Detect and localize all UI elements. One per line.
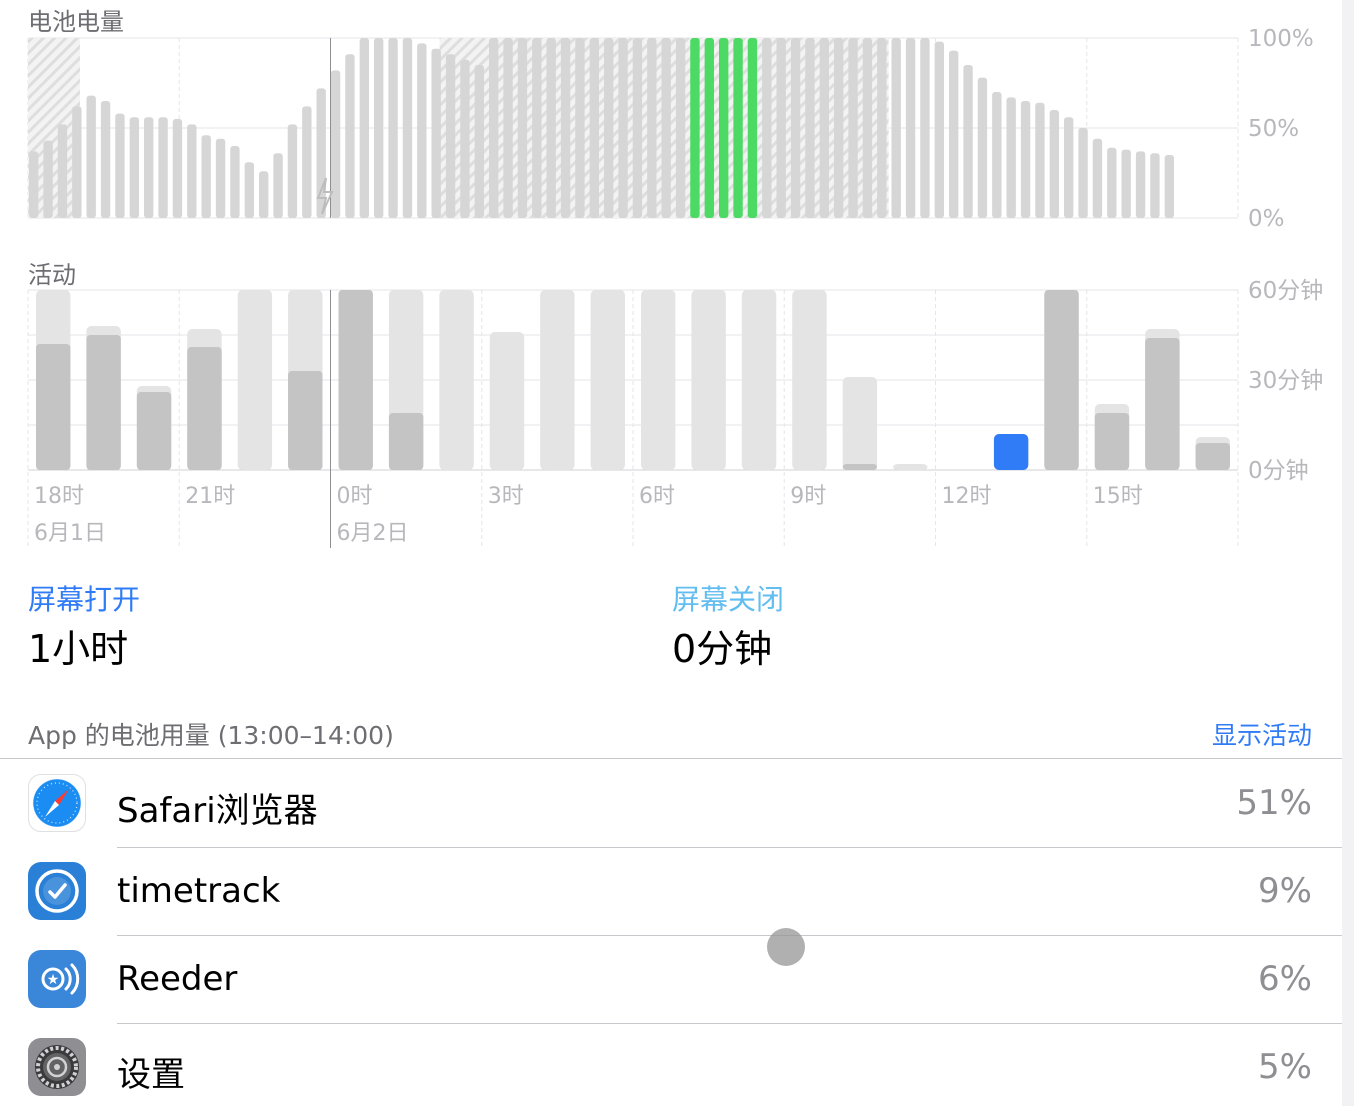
- activity-bar-screen-on: [1044, 290, 1079, 470]
- x-tick-label: 9时: [790, 484, 826, 509]
- app-row-timetrack[interactable]: timetrack 9%: [0, 847, 1342, 936]
- y-tick-label: 60分钟: [1248, 278, 1323, 304]
- app-name: Safari浏览器: [117, 791, 318, 831]
- activity-bar-screen-off: [641, 290, 676, 470]
- show-activity-button[interactable]: 显示活动: [1212, 716, 1312, 752]
- activity-bar-screen-off: [237, 290, 273, 470]
- y-tick-label: 0分钟: [1248, 458, 1309, 484]
- reeder-star-icon: ★: [28, 950, 86, 1008]
- screen-on-value: 1小时: [28, 627, 129, 671]
- app-battery-usage-header: App 的电池用量 (13:00–14:00): [28, 721, 394, 750]
- app-row-settings[interactable]: 设置 5%: [0, 1023, 1342, 1111]
- date-label: 6月1日: [34, 521, 106, 546]
- activity-bar-screen-on: [842, 464, 878, 470]
- app-row-reeder[interactable]: ★ Reeder 6%: [0, 935, 1342, 1024]
- activity-bar-screen-on: [86, 335, 121, 470]
- svg-text:★: ★: [47, 972, 60, 988]
- activity-bar-screen-on: [288, 371, 323, 470]
- touch-indicator: [767, 928, 805, 966]
- activity-bar-screen-off: [590, 290, 625, 470]
- app-name: Reeder: [117, 959, 238, 999]
- activity-bar-screen-on: [388, 413, 424, 470]
- activity-bar-screen-off: [439, 290, 474, 470]
- activity-bar-screen-on: [1094, 413, 1130, 470]
- scrollbar[interactable]: [1342, 0, 1354, 1106]
- activity-bar-screen-off: [691, 290, 726, 470]
- y-tick-label: 30分钟: [1248, 368, 1323, 394]
- activity-bar-screen-off: [792, 290, 827, 470]
- activity-bar-screen-on: [1145, 338, 1180, 470]
- app-row-safari[interactable]: Safari浏览器 51%: [0, 759, 1342, 848]
- activity-bar-screen-off: [489, 332, 525, 470]
- activity-bar-screen-on: [36, 344, 71, 470]
- app-percent: 9%: [1258, 871, 1312, 911]
- x-tick-label: 0时: [337, 484, 373, 509]
- x-tick-label: 15时: [1093, 484, 1143, 509]
- activity-bar-screen-on: [338, 290, 373, 470]
- timetrack-clock-icon: [28, 862, 86, 920]
- app-name: timetrack: [117, 871, 281, 911]
- app-percent: 5%: [1258, 1047, 1312, 1087]
- activity-bar-screen-on: [136, 392, 172, 470]
- screen-off-label: 屏幕关闭: [672, 583, 785, 616]
- x-tick-label: 6时: [639, 484, 675, 509]
- activity-bar-screen-off: [540, 290, 575, 470]
- screen-off-value: 0分钟: [672, 627, 773, 671]
- app-percent: 51%: [1236, 783, 1312, 823]
- app-percent: 6%: [1258, 959, 1312, 999]
- x-tick-label: 18时: [34, 484, 84, 509]
- activity-bar-screen-on: [187, 347, 222, 470]
- settings-gear-icon: [28, 1038, 86, 1096]
- safari-compass-icon: [28, 774, 86, 832]
- activity-bar-screen-off: [842, 377, 878, 470]
- activity-bar-screen-off: [741, 290, 777, 470]
- activity-bar-screen-on: [993, 434, 1029, 470]
- screen-on-label: 屏幕打开: [28, 583, 141, 616]
- x-tick-label: 21时: [185, 484, 235, 509]
- x-tick-label: 3时: [488, 484, 524, 509]
- activity-chart[interactable]: 60分钟 30分钟 0分钟 18时 21时 0时 3时 6时 9时 12时 15时 6月1日 6月2日: [0, 0, 1342, 560]
- activity-bar-screen-off: [893, 464, 928, 470]
- x-tick-label: 12时: [942, 484, 992, 509]
- activity-bar-screen-on: [1195, 443, 1230, 470]
- app-name: 设置: [117, 1055, 185, 1095]
- date-label: 6月2日: [337, 521, 409, 546]
